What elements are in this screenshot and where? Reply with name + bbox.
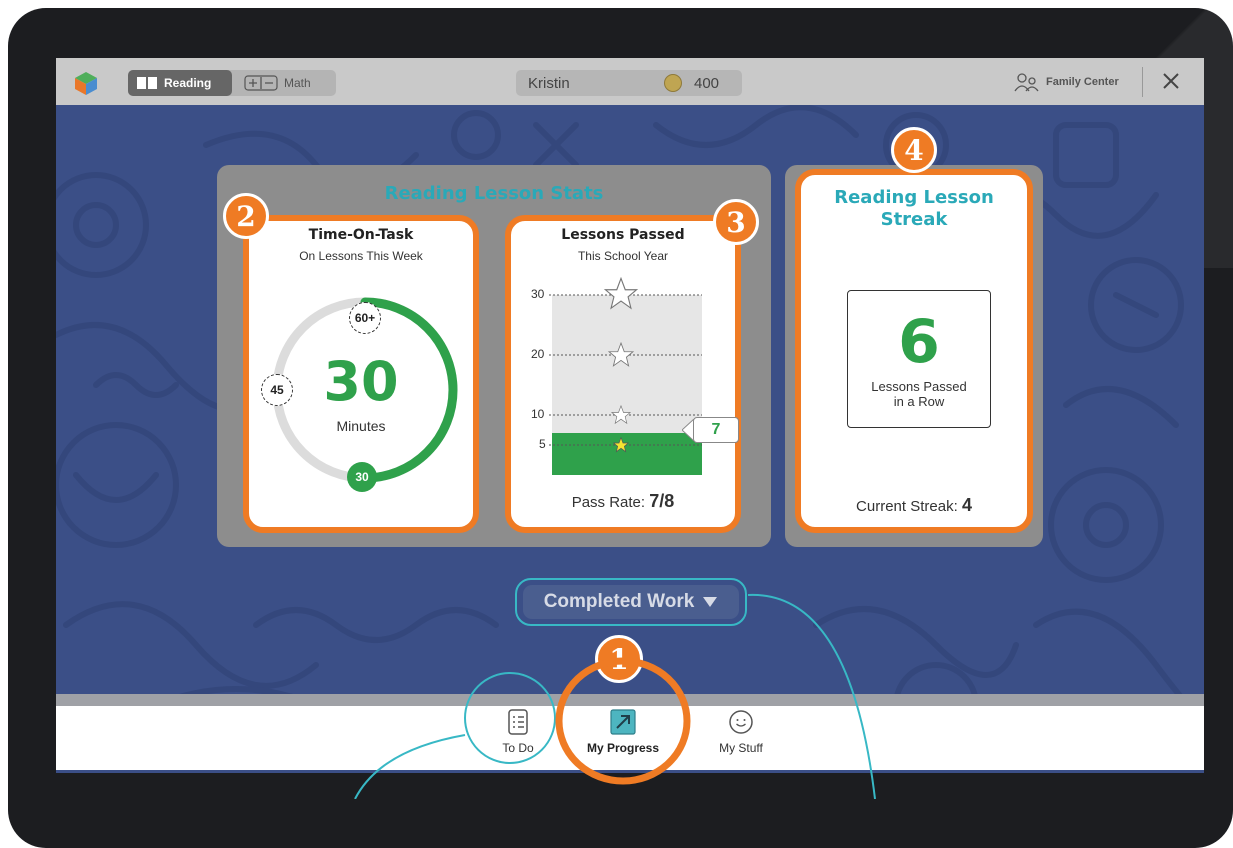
step-4-badge: 4 bbox=[891, 127, 937, 173]
nav-my-stuff-label: My Stuff bbox=[719, 741, 763, 755]
progress-marker: 30 bbox=[347, 462, 377, 492]
close-icon[interactable] bbox=[1161, 71, 1181, 91]
current-streak: Current Streak: 4 bbox=[801, 495, 1027, 516]
nav-todo-label: To Do bbox=[502, 741, 534, 755]
streak-value: 6 bbox=[898, 307, 940, 377]
checklist-icon bbox=[508, 709, 528, 735]
nav-my-stuff[interactable]: My Stuff bbox=[701, 709, 781, 755]
streak-desc-line2: in a Row bbox=[893, 394, 945, 409]
stats-panel-title: Reading Lesson Stats bbox=[384, 183, 604, 204]
reading-tab-label: Reading bbox=[164, 76, 212, 90]
user-coin-pill: Kristin 400 bbox=[516, 70, 742, 96]
book-icon bbox=[137, 77, 157, 89]
lessons-gridlines bbox=[549, 294, 702, 446]
subject-toggle: Reading Math bbox=[128, 70, 336, 96]
math-tab[interactable]: Math bbox=[236, 70, 319, 96]
family-center-label: Family Center bbox=[1046, 76, 1119, 88]
lesson-streak-panel: Reading Lesson Streak 6 Lessons Passed i… bbox=[785, 127, 1043, 547]
tick-5: 5 bbox=[539, 437, 546, 451]
nav-todo[interactable]: To Do bbox=[478, 709, 558, 755]
pass-rate-value: 7/8 bbox=[649, 491, 675, 511]
completed-work-dropdown[interactable]: Completed Work bbox=[523, 585, 739, 619]
streak-card[interactable]: Reading Lesson Streak 6 Lessons Passed i… bbox=[795, 169, 1033, 533]
step-1-badge: 1 bbox=[595, 635, 643, 683]
star-5-icon bbox=[612, 437, 630, 453]
family-center-button[interactable]: Family Center bbox=[1014, 72, 1119, 92]
current-streak-label: Current Streak: bbox=[856, 498, 958, 515]
time-unit: Minutes bbox=[336, 418, 386, 434]
completed-work-label: Completed Work bbox=[543, 591, 695, 612]
coin-icon bbox=[664, 74, 682, 92]
star-30-icon bbox=[603, 277, 639, 310]
current-streak-value: 4 bbox=[961, 495, 972, 515]
step-3-badge: 3 bbox=[713, 199, 759, 245]
streak-desc-line1: Lessons Passed bbox=[871, 379, 967, 394]
time-on-task-card[interactable]: Time-On-Task On Lessons This Week 60+ 45… bbox=[223, 193, 479, 533]
goal-marker: 60+ bbox=[349, 302, 381, 334]
passed-callout: 7 bbox=[693, 417, 739, 443]
star-20-icon bbox=[607, 342, 635, 367]
time-value: 30 bbox=[323, 350, 399, 413]
streak-title-line2: Streak bbox=[880, 209, 948, 230]
tick-30: 30 bbox=[531, 287, 545, 301]
bottom-nav-divider bbox=[56, 694, 1204, 706]
app-logo-icon bbox=[75, 72, 97, 95]
user-name: Kristin bbox=[528, 75, 570, 92]
nav-my-progress-label: My Progress bbox=[586, 741, 660, 755]
top-bar: Reading Math Kristin 400 Family Center bbox=[56, 58, 1204, 105]
topbar-divider bbox=[1142, 67, 1143, 97]
nav-my-progress[interactable]: My Progress bbox=[583, 709, 663, 755]
streak-desc: Lessons Passed in a Row bbox=[848, 379, 990, 409]
laptop-bezel: Reading Math Kristin 400 Family Center R… bbox=[8, 8, 1233, 848]
pass-rate: Pass Rate: 7/8 bbox=[511, 491, 735, 512]
lesson-stats-panel: Reading Lesson Stats Time-On-Task On Les… bbox=[217, 165, 771, 547]
family-icon bbox=[1014, 73, 1039, 92]
tick-10: 10 bbox=[531, 407, 545, 421]
step-2-badge: 2 bbox=[223, 193, 269, 239]
progress-arrow-icon bbox=[610, 709, 636, 735]
completed-work-highlight: Completed Work bbox=[515, 578, 747, 626]
streak-title: Reading Lesson Streak bbox=[801, 187, 1027, 231]
caret-down-icon bbox=[703, 597, 718, 607]
pass-rate-label: Pass Rate: bbox=[571, 494, 646, 511]
lessons-passed-card[interactable]: Lessons Passed This School Year 30 20 10… bbox=[505, 199, 759, 533]
streak-box: 6 Lessons Passed in a Row bbox=[847, 290, 991, 428]
coin-count: 400 bbox=[694, 75, 720, 92]
math-tab-label: Math bbox=[284, 76, 311, 90]
plus-minus-icon bbox=[244, 75, 278, 91]
star-10-icon bbox=[610, 405, 632, 425]
tick-20: 20 bbox=[531, 347, 545, 361]
smiley-icon bbox=[729, 710, 753, 734]
reading-tab[interactable]: Reading bbox=[128, 70, 232, 96]
streak-title-line1: Reading Lesson bbox=[834, 187, 994, 208]
